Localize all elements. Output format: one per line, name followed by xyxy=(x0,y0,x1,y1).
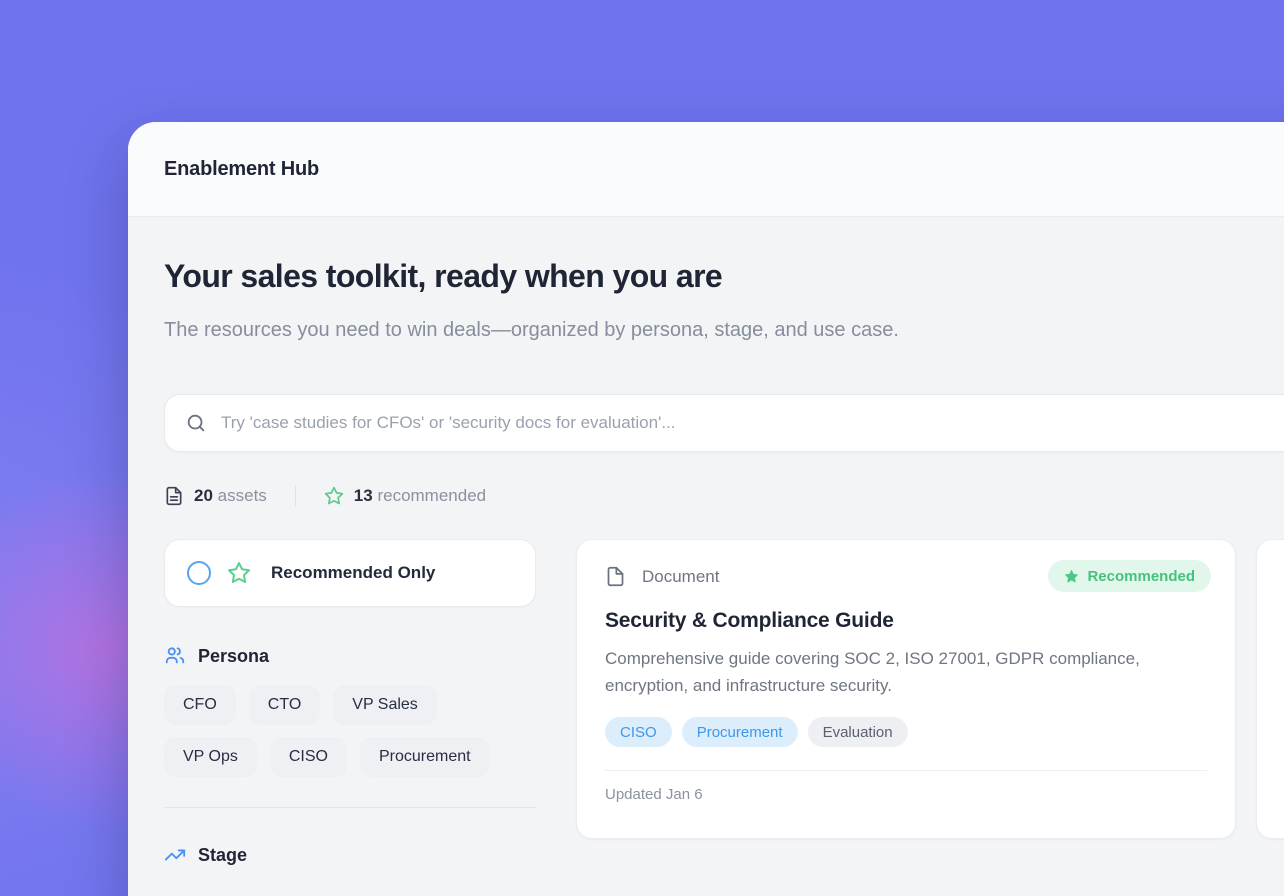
asset-updated: Updated Jan 6 xyxy=(605,786,1207,803)
filter-sidebar: Recommended Only Persona CFO CTO VP Sale… xyxy=(164,539,536,866)
persona-chip-procurement[interactable]: Procurement xyxy=(360,737,490,777)
persona-chip-vp-sales[interactable]: VP Sales xyxy=(333,685,437,725)
search-icon xyxy=(185,412,207,434)
app-title: Enablement Hub xyxy=(164,158,319,181)
persona-chip-vp-ops[interactable]: VP Ops xyxy=(164,737,257,777)
recommended-stat: 13 recommended xyxy=(324,486,486,506)
asset-type-label: Document xyxy=(642,567,719,587)
tag-procurement[interactable]: Procurement xyxy=(682,717,798,747)
asset-cards: Document Recommended Security & Complian… xyxy=(576,539,1284,839)
recommended-badge: Recommended xyxy=(1048,560,1211,592)
users-icon xyxy=(164,645,186,667)
persona-chip-ciso[interactable]: CISO xyxy=(270,737,347,777)
trending-up-icon xyxy=(164,844,186,866)
recommended-only-radio[interactable] xyxy=(187,561,211,585)
assets-count: 20 xyxy=(194,486,213,505)
asset-description: Comprehensive guide covering SOC 2, ISO … xyxy=(605,645,1195,699)
search-bar[interactable] xyxy=(164,394,1284,452)
main-content: Your sales toolkit, ready when you are T… xyxy=(128,258,1284,866)
filter-divider xyxy=(164,807,536,808)
tag-ciso[interactable]: CISO xyxy=(605,717,672,747)
asset-title: Security & Compliance Guide xyxy=(605,609,1207,633)
assets-label: assets xyxy=(218,486,267,505)
stage-section-header: Stage xyxy=(164,844,536,866)
stats-row: 20 assets 13 recommended xyxy=(164,485,1284,507)
document-icon xyxy=(164,486,184,506)
content-columns: Recommended Only Persona CFO CTO VP Sale… xyxy=(164,539,1284,866)
star-icon xyxy=(227,561,251,585)
stage-section-label: Stage xyxy=(198,845,247,866)
persona-chip-cfo[interactable]: CFO xyxy=(164,685,236,725)
persona-chips: CFO CTO VP Sales VP Ops CISO Procurement xyxy=(164,685,536,777)
asset-card-partial[interactable] xyxy=(1256,539,1284,839)
star-icon xyxy=(324,486,344,506)
star-filled-icon xyxy=(1064,569,1079,584)
enablement-hub-window: Enablement Hub Your sales toolkit, ready… xyxy=(128,122,1284,896)
persona-chip-cto[interactable]: CTO xyxy=(249,685,320,725)
recommended-badge-label: Recommended xyxy=(1087,568,1195,585)
recommended-only-toggle[interactable]: Recommended Only xyxy=(164,539,536,607)
asset-card-security-compliance-guide[interactable]: Document Recommended Security & Complian… xyxy=(576,539,1236,839)
recommended-count: 13 xyxy=(354,486,373,505)
recommended-only-label: Recommended Only xyxy=(271,563,435,583)
persona-section-label: Persona xyxy=(198,646,269,667)
search-input[interactable] xyxy=(221,413,1284,433)
asset-tags: CISO Procurement Evaluation xyxy=(605,717,1207,747)
card-divider xyxy=(605,770,1207,771)
assets-stat: 20 assets xyxy=(164,486,267,506)
recommended-label: recommended xyxy=(377,486,486,505)
app-header: Enablement Hub xyxy=(128,122,1284,217)
tag-evaluation[interactable]: Evaluation xyxy=(808,717,908,747)
file-icon xyxy=(605,566,626,587)
stats-divider xyxy=(295,485,296,507)
page-title: Your sales toolkit, ready when you are xyxy=(164,258,1284,295)
page-subtitle: The resources you need to win deals—orga… xyxy=(164,311,984,349)
persona-section-header: Persona xyxy=(164,645,536,667)
